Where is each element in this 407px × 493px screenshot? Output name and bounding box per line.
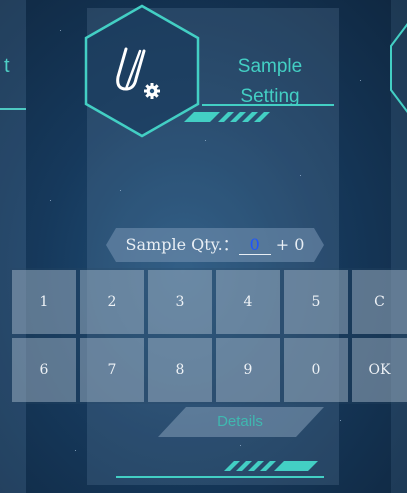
key-ok[interactable]: OK: [352, 338, 407, 402]
details-button[interactable]: Details: [156, 406, 324, 438]
sample-quantity-display: Sample Qty.： 0 + 0: [104, 226, 326, 264]
key-3[interactable]: 3: [148, 270, 212, 334]
footer-line: [116, 476, 324, 478]
key-9[interactable]: 9: [216, 338, 280, 402]
key-1[interactable]: 1: [12, 270, 76, 334]
key-8[interactable]: 8: [148, 338, 212, 402]
previous-panel[interactable]: t: [0, 0, 26, 493]
key-clear[interactable]: C: [352, 270, 407, 334]
key-2[interactable]: 2: [80, 270, 144, 334]
gear-icon: [144, 83, 160, 99]
key-4[interactable]: 4: [216, 270, 280, 334]
quantity-label: Sample Qty.：: [125, 235, 239, 254]
key-0[interactable]: 0: [284, 338, 348, 402]
header-underline: [202, 104, 334, 106]
page-title-line1: Sample: [237, 56, 303, 77]
key-6[interactable]: 6: [12, 338, 76, 402]
star: [75, 450, 76, 451]
details-button-label: Details: [217, 413, 263, 430]
numeric-keypad: 1 2 3 4 5 C 6 7 8 9 0 OK: [10, 268, 407, 404]
quantity-input[interactable]: 0: [238, 236, 271, 255]
star: [50, 200, 51, 201]
quantity-suffix: + 0: [275, 235, 305, 254]
footer-stripes: [224, 461, 318, 471]
star: [360, 80, 361, 81]
key-5[interactable]: 5: [284, 270, 348, 334]
star: [60, 30, 61, 31]
header-stripes: [184, 112, 270, 122]
key-7[interactable]: 7: [80, 338, 144, 402]
page-title-line2: Setting: [240, 86, 300, 107]
star: [340, 420, 341, 421]
quantity-text: Sample Qty.： 0 + 0: [104, 226, 326, 264]
page-title: Sample Setting: [210, 52, 330, 112]
next-panel-hexagon: [390, 23, 407, 113]
previous-panel-label: t: [4, 55, 10, 77]
